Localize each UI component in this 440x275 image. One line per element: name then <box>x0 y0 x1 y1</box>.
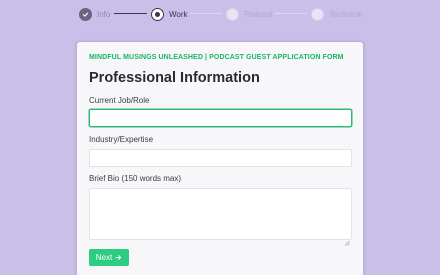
step-podcast[interactable]: Podcast <box>226 7 273 21</box>
application-form-card: MINDFUL MUSINGS UNLEASHED | PODCAST GUES… <box>76 41 364 275</box>
step-connector <box>114 13 147 14</box>
bio-label: Brief Bio (150 words max) <box>89 174 182 183</box>
progress-stepper: Info Work Podcast Technical <box>0 0 440 28</box>
step-info[interactable]: Info <box>79 7 110 21</box>
job-input[interactable] <box>89 109 352 127</box>
step-label: Technical <box>329 9 363 19</box>
next-button-label: Next <box>95 253 113 262</box>
job-label: Current Job/Role <box>89 96 150 105</box>
page-title: Professional Information <box>89 70 260 86</box>
industry-input[interactable] <box>89 149 352 167</box>
step-label: Podcast <box>244 9 273 19</box>
step-label: Info <box>97 9 111 19</box>
current-step-indicator <box>151 7 164 21</box>
empty-circle-icon <box>311 7 324 21</box>
next-button[interactable]: Next <box>89 249 129 266</box>
dot-icon <box>155 11 160 17</box>
step-label: Work <box>169 9 188 19</box>
bio-textarea[interactable] <box>89 188 352 240</box>
arrow-right-icon <box>115 254 122 261</box>
step-connector <box>274 13 307 14</box>
step-connector <box>189 13 222 14</box>
step-technical[interactable]: Technical <box>311 7 362 21</box>
industry-label: Industry/Expertise <box>89 135 154 144</box>
step-work[interactable]: Work <box>151 7 188 21</box>
check-icon <box>79 7 92 21</box>
form-eyebrow: MINDFUL MUSINGS UNLEASHED | PODCAST GUES… <box>89 54 344 61</box>
empty-circle-icon <box>226 7 239 21</box>
resize-grip-icon[interactable] <box>344 233 350 246</box>
